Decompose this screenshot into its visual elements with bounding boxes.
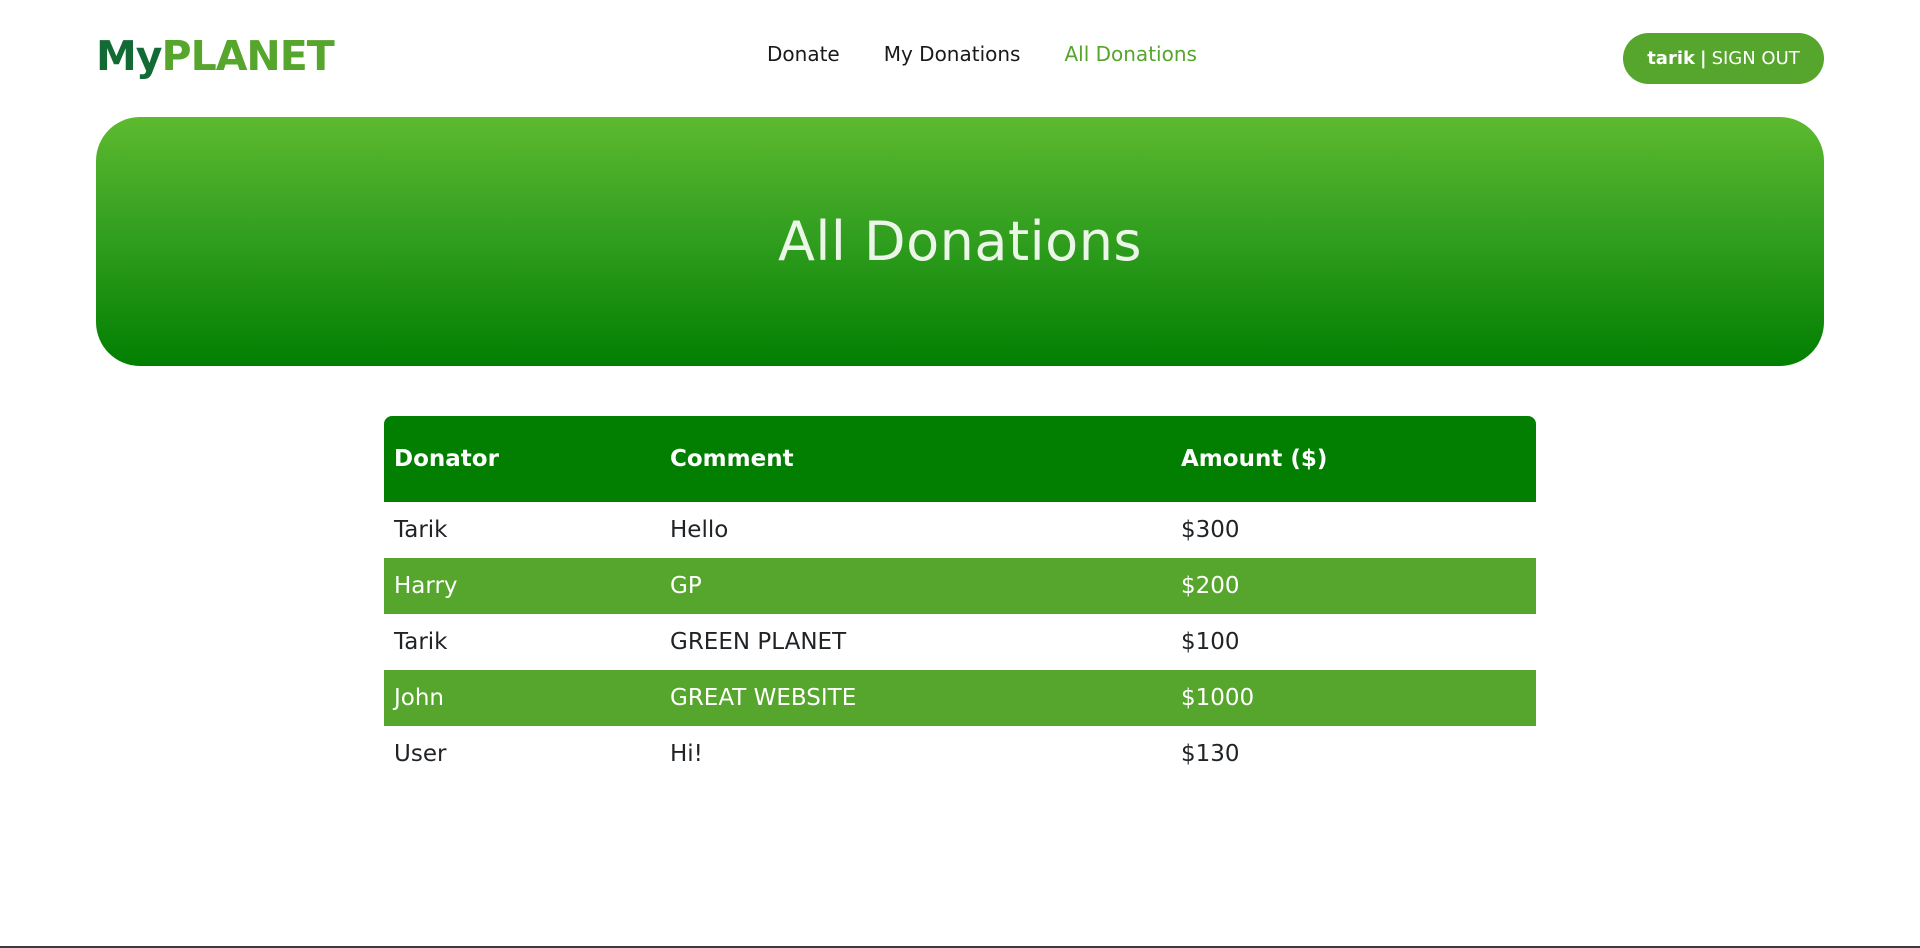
hero-banner: All Donations: [96, 117, 1824, 366]
separator: |: [1699, 48, 1707, 69]
cell-amount: $200: [1171, 558, 1536, 614]
cell-comment: GREAT WEBSITE: [660, 670, 1171, 726]
main-nav: Donate My Donations All Donations: [767, 40, 1197, 68]
table-row: John GREAT WEBSITE $1000: [384, 670, 1536, 726]
header-row: Donator Comment Amount ($): [384, 416, 1536, 502]
table-row: User Hi! $130: [384, 726, 1536, 782]
donations-table: Donator Comment Amount ($) Tarik Hello $…: [384, 416, 1536, 782]
cell-donator: User: [394, 741, 447, 767]
nav-donate[interactable]: Donate: [767, 40, 840, 68]
sign-out-button[interactable]: tarik | SIGN OUT: [1623, 33, 1824, 84]
cell-amount: $130: [1181, 741, 1240, 767]
sign-out-label: SIGN OUT: [1711, 48, 1800, 69]
cell-comment: GREEN PLANET: [670, 629, 847, 655]
table-header: Donator Comment Amount ($): [384, 416, 1536, 502]
column-header-amount: Amount ($): [1171, 416, 1536, 502]
nav-my-donations[interactable]: My Donations: [884, 40, 1021, 68]
table-row: Harry GP $200: [384, 558, 1536, 614]
logo-my: My: [96, 32, 163, 80]
cell-amount: $100: [1181, 629, 1240, 655]
cell-donator: Tarik: [394, 517, 448, 543]
table-row: Tarik GREEN PLANET $100: [384, 614, 1536, 670]
donations-table-container: Donator Comment Amount ($) Tarik Hello $…: [384, 416, 1536, 782]
cell-amount: $1000: [1171, 670, 1536, 726]
table-row: Tarik Hello $300: [384, 502, 1536, 558]
nav-all-donations[interactable]: All Donations: [1064, 40, 1196, 68]
username: tarik: [1647, 48, 1695, 69]
cell-donator: Harry: [384, 558, 660, 614]
cell-comment: Hi!: [670, 741, 703, 767]
cell-comment: GP: [660, 558, 1171, 614]
cell-donator: Tarik: [394, 629, 448, 655]
cell-donator: John: [384, 670, 660, 726]
page-title: All Donations: [777, 210, 1143, 273]
column-header-donator: Donator: [384, 416, 660, 502]
logo[interactable]: MyPLANET: [96, 28, 335, 84]
column-header-comment: Comment: [660, 416, 1171, 502]
table-body: Tarik Hello $300 Harry GP $200 Tarik GRE…: [384, 502, 1536, 782]
page: MyPLANET Donate My Donations All Donatio…: [0, 0, 1920, 948]
cell-amount: $300: [1181, 517, 1240, 543]
cell-comment: Hello: [670, 517, 729, 543]
logo-planet: PLANET: [161, 32, 335, 80]
